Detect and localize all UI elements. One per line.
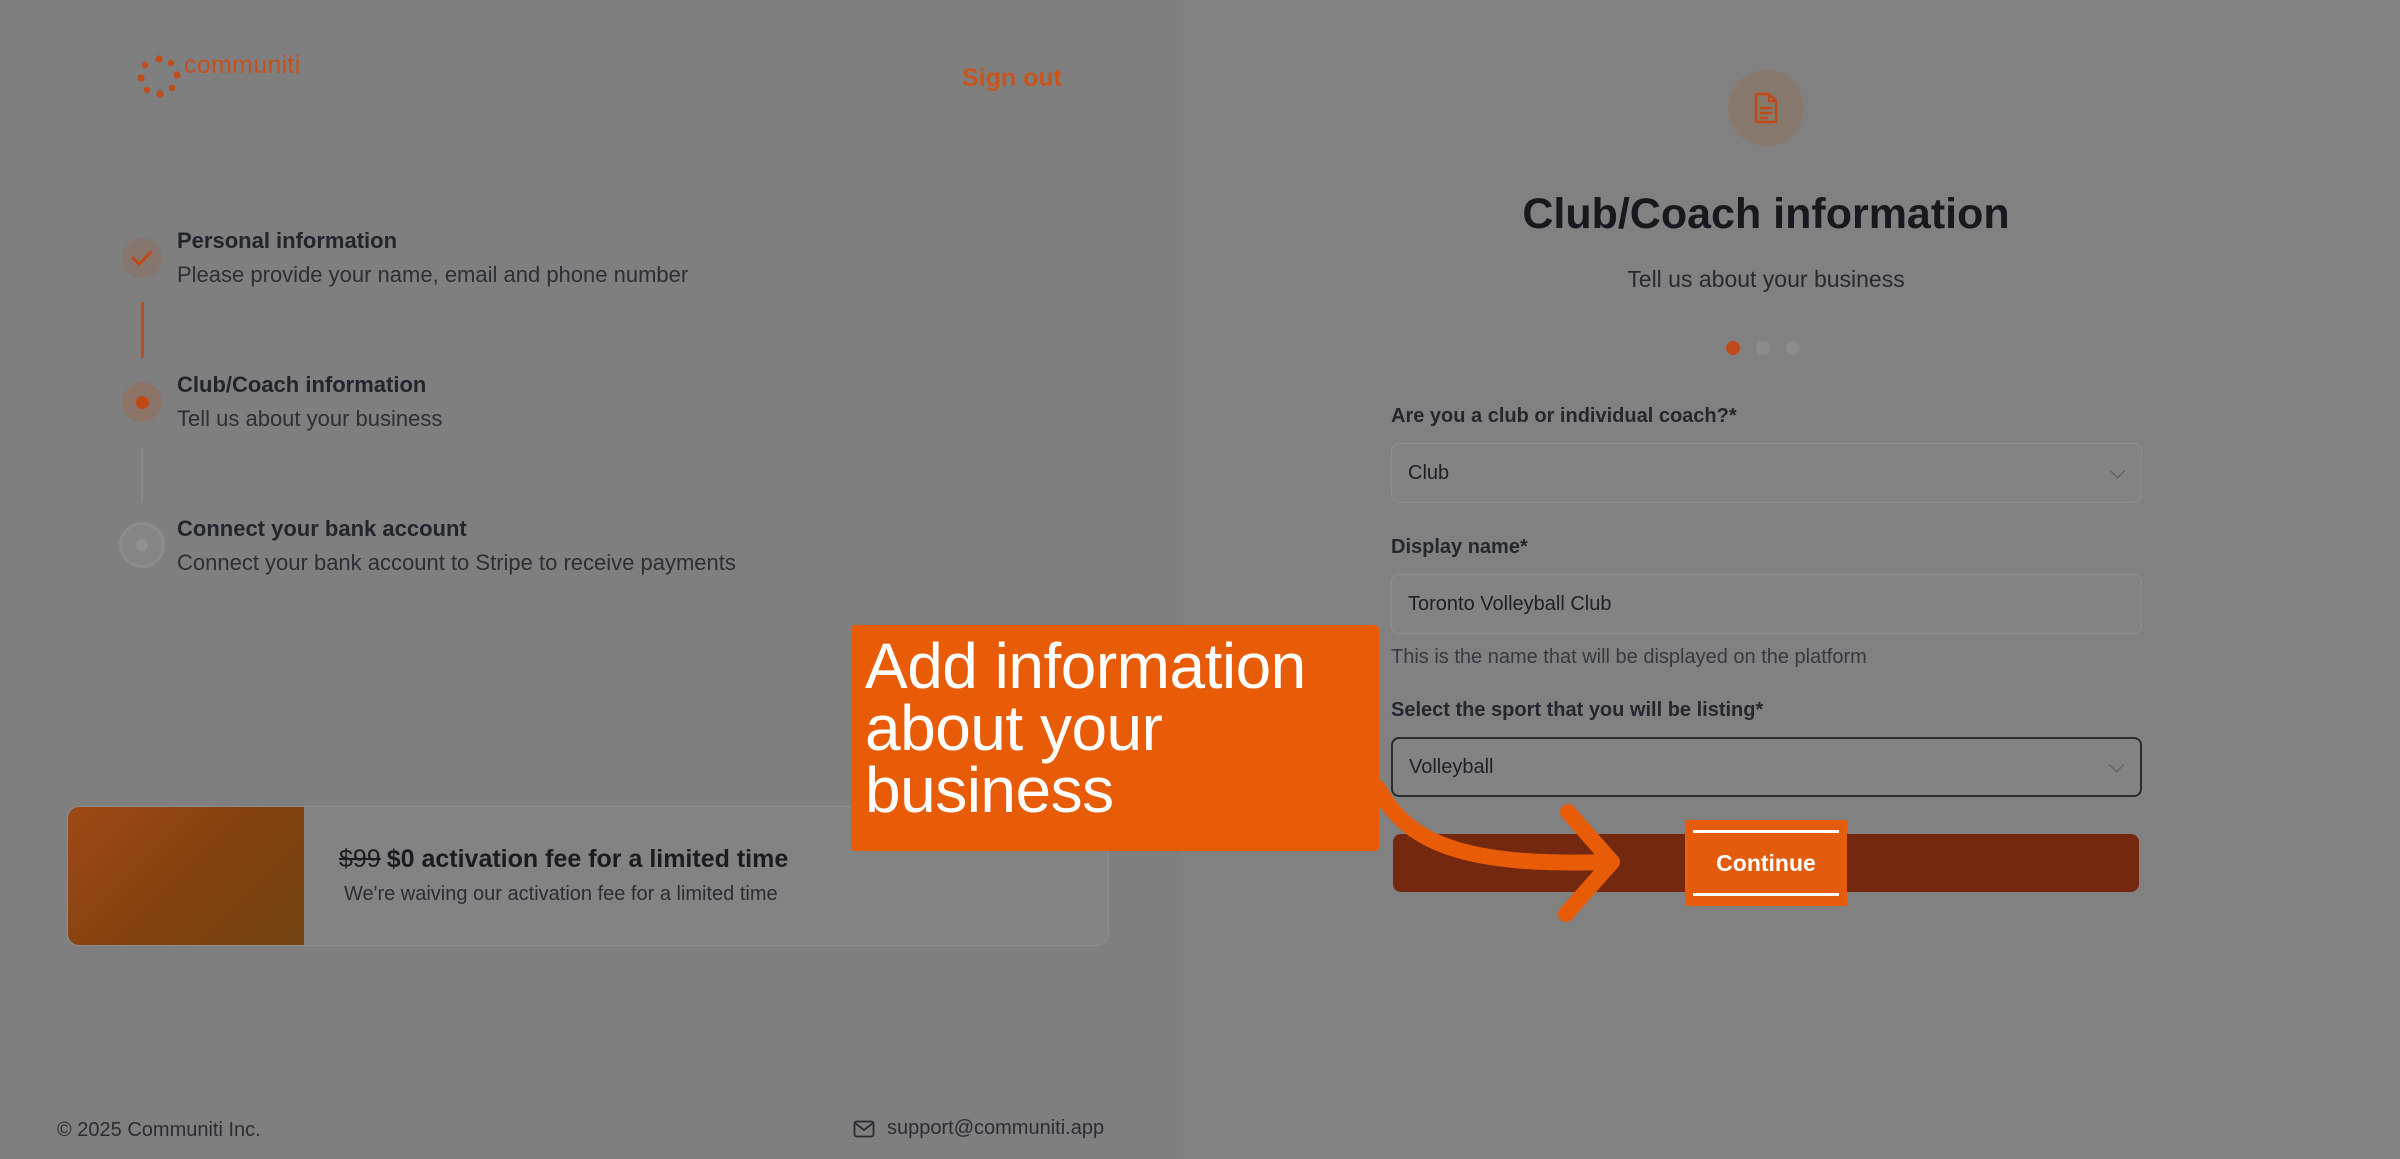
promo-old-price: $99 xyxy=(339,845,381,873)
form-title: Club/Coach information xyxy=(1522,190,2010,238)
progress-dot-2 xyxy=(1756,341,1770,355)
club-or-coach-value: Club xyxy=(1408,461,1450,484)
support-email-text: support@communiti.app xyxy=(887,1117,1105,1139)
progress-dot-3 xyxy=(1786,341,1800,355)
continue-button-highlight[interactable]: Continue xyxy=(1685,820,1847,906)
display-name-input[interactable]: Toronto Volleyball Club xyxy=(1391,574,2142,634)
callout-text: Add information about your business xyxy=(865,630,1306,826)
onboarding-steps-panel: communiti Sign out Personal information … xyxy=(0,0,1180,1159)
copyright-text: © 2025 Communiti Inc. xyxy=(57,1119,261,1141)
tutorial-callout: Add information about your business xyxy=(851,625,1379,851)
form-progress-dots xyxy=(1726,341,1800,355)
step-complete-check-icon xyxy=(122,238,162,278)
step-bank-account-title: Connect your bank account xyxy=(177,516,467,541)
club-or-coach-select[interactable]: Club xyxy=(1391,443,2142,503)
chevron-down-icon xyxy=(2108,757,2125,773)
display-name-hint: This is the name that will be displayed … xyxy=(1391,646,1867,668)
sport-label: Select the sport that you will be listin… xyxy=(1391,699,1764,721)
step-connector-pending xyxy=(141,448,143,502)
step-connector-complete xyxy=(141,302,144,358)
chevron-down-icon xyxy=(2109,463,2126,479)
display-name-label: Display name* xyxy=(1391,536,1528,558)
step-bank-account-description: Connect your bank account to Stripe to r… xyxy=(177,550,736,575)
continue-button-label: Continue xyxy=(1716,849,1816,876)
form-subtitle: Tell us about your business xyxy=(1627,266,1905,292)
document-icon xyxy=(1754,92,1778,124)
step-pending-dot-icon xyxy=(119,522,165,568)
document-icon-badge xyxy=(1728,70,1804,146)
onboarding-page: communiti Sign out Personal information … xyxy=(0,0,2400,1159)
step-active-dot-icon xyxy=(122,382,162,422)
mail-icon xyxy=(853,1120,875,1137)
logo-icon xyxy=(137,55,181,98)
step-personal-information-description: Please provide your name, email and phon… xyxy=(177,262,689,287)
progress-dot-1 xyxy=(1726,341,1740,355)
step-club-coach-title: Club/Coach information xyxy=(177,372,427,397)
callout-arrow-icon xyxy=(1370,780,1620,922)
sign-out-link[interactable]: Sign out xyxy=(962,64,1062,93)
promo-subtitle: We're waiving our activation fee for a l… xyxy=(344,883,778,905)
sport-value: Volleyball xyxy=(1409,755,1494,778)
promo-title: $99 $0 activation fee for a limited time xyxy=(339,845,788,874)
step-personal-information-title: Personal information xyxy=(177,228,398,253)
promo-title-text: $0 activation fee for a limited time xyxy=(386,845,789,873)
step-club-coach-description: Tell us about your business xyxy=(177,406,443,431)
logo-wordmark: communiti xyxy=(184,50,301,79)
communiti-logo[interactable]: communiti xyxy=(134,50,301,102)
display-name-value: Toronto Volleyball Club xyxy=(1408,592,1612,615)
promo-image xyxy=(68,807,304,945)
club-or-coach-label: Are you a club or individual coach?* xyxy=(1391,405,1737,427)
support-email-link[interactable]: support@communiti.app xyxy=(853,1117,1104,1140)
